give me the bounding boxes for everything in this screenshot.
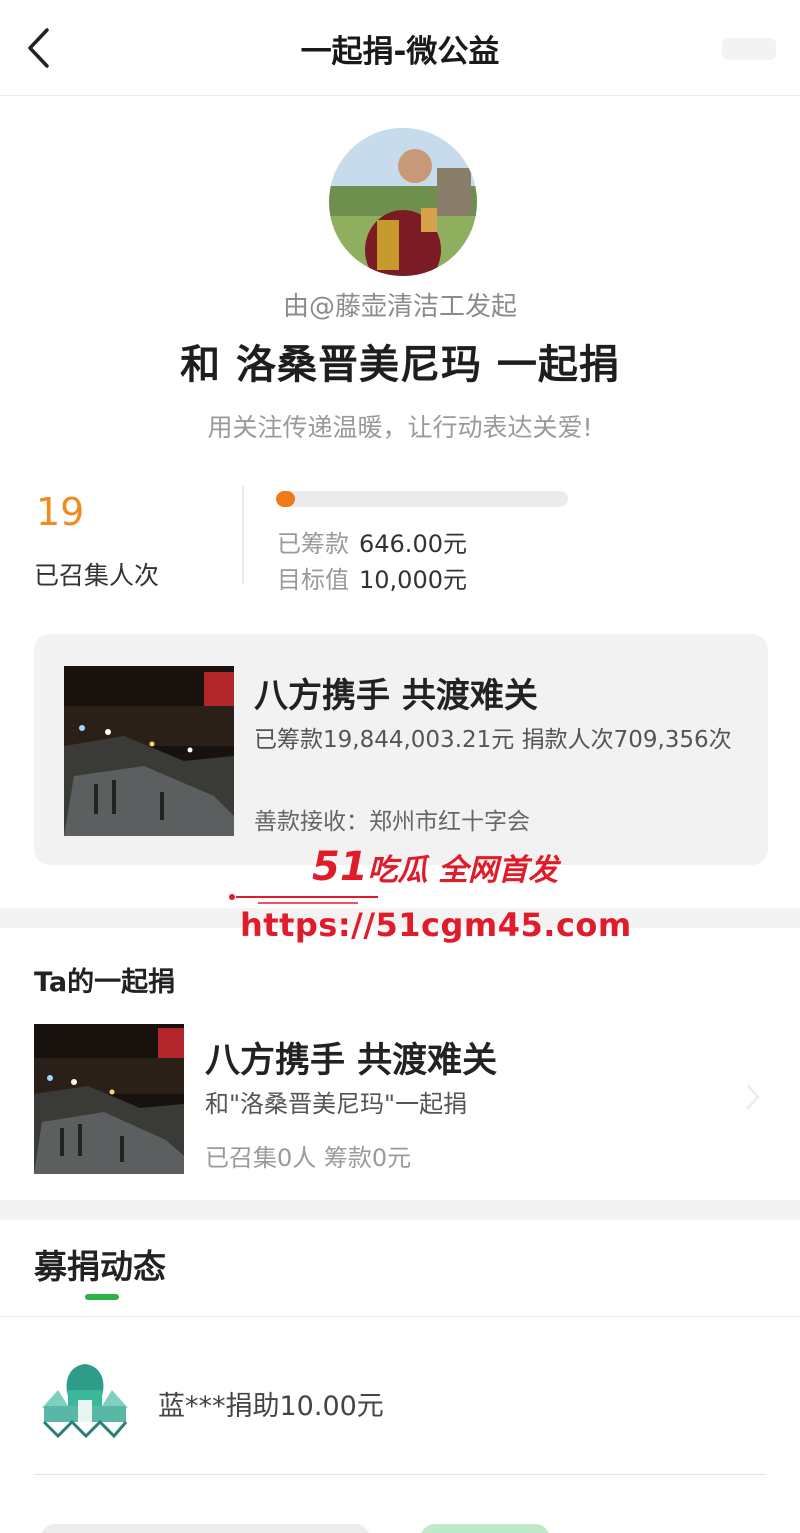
- raised-label: 已筹款: [277, 530, 349, 558]
- more-button[interactable]: [722, 38, 776, 60]
- raised-value: 646.00元: [359, 530, 467, 558]
- feed-divider: [0, 1316, 800, 1317]
- participant-count: 19: [36, 490, 85, 534]
- row-divider: [34, 1474, 766, 1475]
- raised-amount: 已筹款 646.00元: [277, 524, 467, 559]
- watermark-brand-text: 吃瓜 全网首发: [367, 853, 559, 888]
- bottom-action-bar: [0, 1500, 800, 1533]
- watermark-lines-icon: [229, 894, 378, 904]
- ta-project-subtitle: 和"洛桑晋美尼玛"一起捐: [205, 1090, 468, 1118]
- goal-label: 目标值: [277, 566, 349, 594]
- stat-divider: [242, 486, 244, 584]
- project-card[interactable]: 八方携手 共渡难关 已筹款19,844,003.21元 捐款人次709,356次…: [34, 634, 768, 865]
- campaign-slogan: 用关注传递温暖，让行动表达关爱!: [207, 413, 593, 442]
- watermark-overlay: 51吃瓜 全网首发 https://51cgm45.com: [228, 844, 631, 948]
- project-stats: 已筹款19,844,003.21元 捐款人次709,356次: [254, 727, 732, 753]
- active-tab-indicator: [85, 1294, 119, 1300]
- progress-fill: [276, 491, 295, 507]
- participant-count-label: 已召集人次: [34, 561, 160, 590]
- initiator-byline: 由@藤壶清洁工发起: [282, 292, 517, 322]
- goal-amount: 目标值 10,000元: [277, 560, 467, 595]
- initiator-avatar: [329, 128, 477, 276]
- ta-project-title[interactable]: 八方携手 共渡难关: [205, 1032, 497, 1083]
- watermark-url: https://51cgm45.com: [240, 906, 632, 944]
- project-thumbnail: [64, 666, 234, 836]
- goal-value: 10,000元: [359, 566, 467, 594]
- donation-entry: 蓝***捐助10.00元: [158, 1391, 384, 1422]
- chevron-right-icon[interactable]: [744, 1082, 762, 1112]
- ta-project-thumbnail[interactable]: [34, 1024, 184, 1174]
- tab-donation-feed[interactable]: 募捐动态: [34, 1240, 166, 1288]
- ta-project-stats: 已召集0人 筹款0元: [205, 1144, 412, 1172]
- progress-bar: [276, 491, 568, 507]
- project-receiver: 善款接收：郑州市红十字会: [254, 809, 530, 835]
- section-separator: [0, 1200, 800, 1220]
- ta-section-title: Ta的一起捐: [34, 967, 176, 998]
- project-title: 八方携手 共渡难关: [254, 676, 538, 716]
- page-title: 一起捐-微公益: [300, 34, 500, 70]
- watermark-brand: 51吃瓜 全网首发: [312, 844, 558, 890]
- nav-bar: 一起捐-微公益: [0, 0, 800, 96]
- campaign-headline: 和 洛桑晋美尼玛 一起捐: [180, 342, 620, 388]
- bottom-secondary-button[interactable]: [40, 1524, 370, 1533]
- watermark-brand-number: 51: [312, 844, 368, 890]
- donor-avatar: [38, 1360, 132, 1440]
- bottom-primary-button[interactable]: [420, 1524, 550, 1533]
